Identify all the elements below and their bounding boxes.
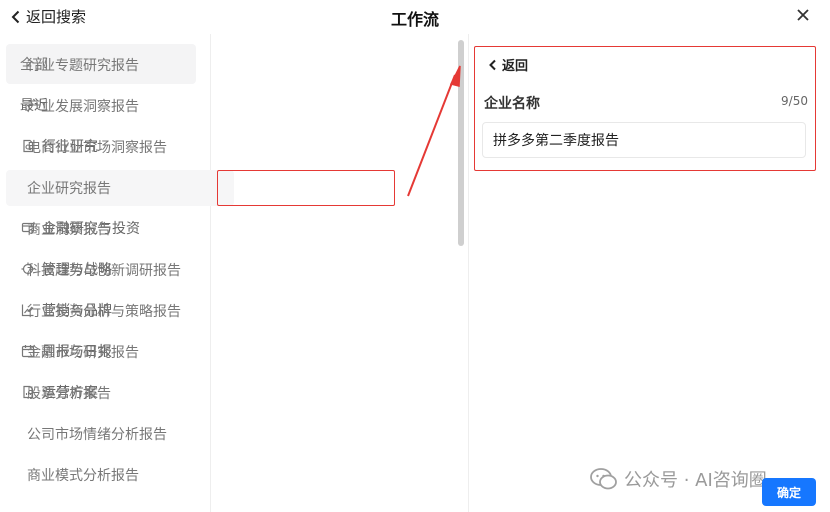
report-item-8[interactable]: 股票分析报告 (6, 375, 234, 411)
watermark-text: 公众号 · AI咨询圈 (624, 470, 767, 491)
report-list-scrollbar[interactable] (458, 40, 464, 246)
panel-back-label: 返回 (502, 59, 529, 74)
header: 返回搜索 工作流 (0, 0, 830, 34)
report-item-6[interactable]: 行业投资分析与策略报告 (6, 293, 234, 329)
company-name-label: 企业名称 (484, 96, 540, 112)
report-item-label: 商业洞察报告 (27, 222, 111, 238)
report-item-label: 商业模式分析报告 (27, 468, 139, 484)
report-item-1[interactable]: 产业发展洞察报告 (6, 88, 234, 124)
report-item-0[interactable]: 行业专题研究报告 (6, 47, 234, 83)
char-counter: 9/50 (781, 94, 808, 108)
report-item-5[interactable]: 科技趋势与创新调研报告 (6, 252, 234, 288)
chevron-left-icon (11, 10, 20, 23)
report-item-label: 产业发展洞察报告 (27, 99, 139, 115)
report-item-4[interactable]: 商业洞察报告 (6, 211, 234, 247)
confirm-button[interactable]: 确定 (762, 478, 816, 506)
report-item-label: 行业专题研究报告 (27, 58, 139, 74)
report-item-label: 电商行业市场洞察报告 (27, 140, 167, 156)
report-item-label: 科技趋势与创新调研报告 (27, 263, 181, 279)
report-item-label: 企业研究报告 (27, 181, 111, 197)
page-title: 工作流 (390, 10, 439, 29)
report-item-label: 金融市场研究报告 (27, 345, 139, 361)
close-button[interactable] (796, 7, 812, 23)
report-item-3[interactable]: 企业研究报告 (6, 170, 234, 206)
report-item-10[interactable]: 商业模式分析报告 (6, 457, 234, 493)
report-item-label: 股票分析报告 (27, 386, 111, 402)
report-item-7[interactable]: 金融市场研究报告 (6, 334, 234, 370)
close-icon (797, 9, 809, 21)
wechat-icon (590, 468, 617, 490)
report-item-label: 公司市场情绪分析报告 (27, 427, 167, 443)
company-name-input[interactable] (482, 122, 806, 158)
report-item-2[interactable]: 电商行业市场洞察报告 (6, 129, 234, 165)
panel-back-button[interactable]: 返回 (488, 55, 528, 74)
report-item-9[interactable]: 公司市场情绪分析报告 (6, 416, 234, 452)
back-to-search-label: 返回搜索 (26, 8, 87, 26)
report-item-label: 行业投资分析与策略报告 (27, 304, 181, 320)
back-to-search-button[interactable]: 返回搜索 (10, 6, 86, 27)
chevron-left-icon (489, 59, 496, 70)
report-list (211, 34, 456, 512)
watermark: 公众号 · AI咨询圈 (590, 466, 767, 492)
